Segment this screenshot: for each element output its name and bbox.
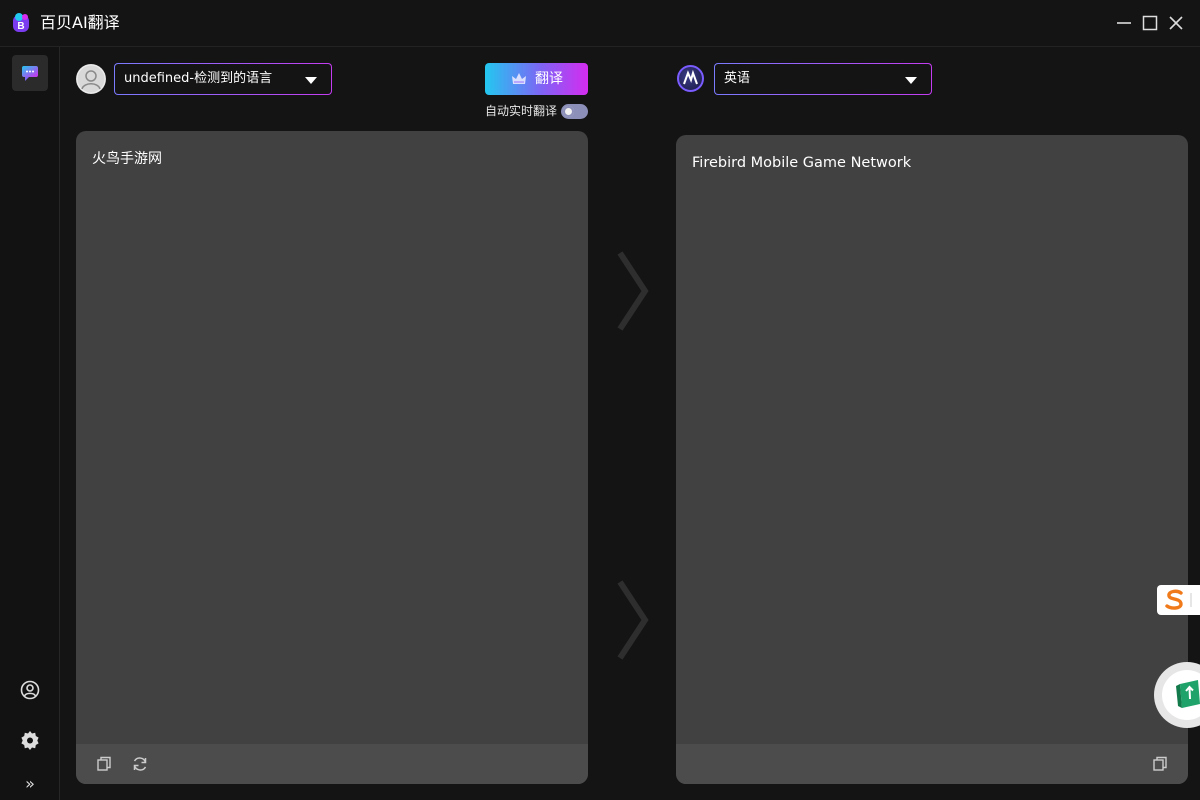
app-logo-icon: B [13,13,29,32]
source-text-panel[interactable]: 火鸟手游网 [76,131,588,784]
sogou-input-widget[interactable] [1157,585,1200,615]
user-icon[interactable] [19,679,41,701]
title-bar: B 百贝AI翻译 [0,0,1200,47]
copy-icon[interactable] [1151,755,1169,773]
chevron-right-icon [617,251,649,331]
sogou-logo-icon [1165,589,1192,610]
auto-translate-toggle[interactable] [561,104,588,119]
toggle-knob [563,106,574,117]
translated-text[interactable]: Firebird Mobile Game Network [692,153,911,173]
upload-icon [1176,680,1200,708]
refresh-icon[interactable] [131,755,149,773]
default-avatar-icon [76,64,106,94]
chevron-down-icon [305,77,317,84]
app-title: 百贝AI翻译 [40,13,120,32]
sidebar: » [0,47,60,800]
sidebar-item-translate[interactable] [12,55,48,91]
avatar[interactable] [76,64,106,94]
source-language-select[interactable]: undefined-检测到的语言 [114,63,332,95]
target-text-panel[interactable]: Firebird Mobile Game Network [676,135,1188,784]
chat-translate-icon [22,66,38,81]
crown-icon [512,73,526,84]
ai-logo-icon [677,65,704,92]
source-text[interactable]: 火鸟手游网 [92,149,162,169]
upload-float-inner [1162,670,1200,720]
gear-icon[interactable] [19,729,41,751]
expand-sidebar-icon[interactable]: » [19,773,41,795]
chevron-right-icon [617,580,649,660]
source-language-label: undefined-检测到的语言 [124,71,273,86]
translate-button[interactable]: 翻译 [485,63,588,95]
svg-text:B: B [17,21,24,32]
target-language-select[interactable]: 英语 [714,63,932,95]
ai-mark-icon [683,69,698,85]
source-panel-footer [76,744,588,784]
auto-translate-label: 自动实时翻译 [485,104,558,118]
minimize-icon[interactable] [1114,13,1134,33]
translate-button-label: 翻译 [535,71,563,87]
chevron-down-icon [905,77,917,84]
copy-icon[interactable] [95,755,113,773]
target-panel-footer [676,744,1188,784]
maximize-icon[interactable] [1140,13,1160,33]
target-language-label: 英语 [724,71,751,86]
close-icon[interactable] [1166,13,1186,33]
